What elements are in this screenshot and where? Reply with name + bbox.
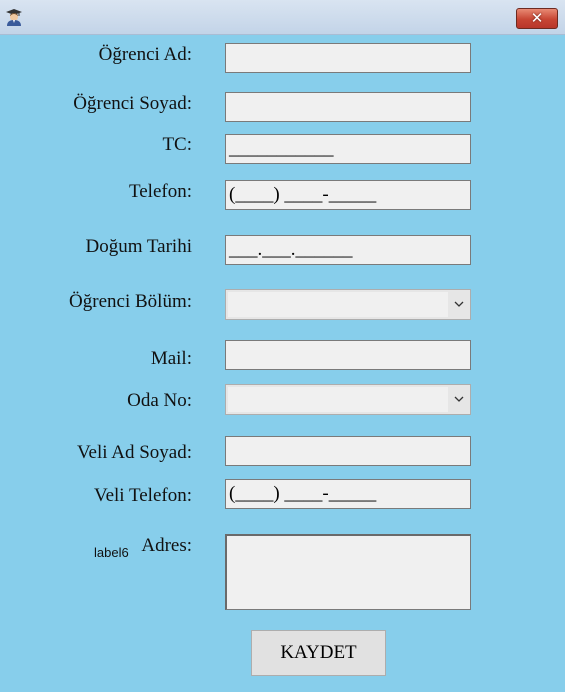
parent-phone-input[interactable]: (____) ____-_____ <box>225 479 471 509</box>
address-textarea[interactable] <box>225 534 471 610</box>
parent-name-input[interactable] <box>225 436 471 466</box>
department-selected-value <box>228 292 448 317</box>
mail-label: Mail: <box>150 348 192 369</box>
address-label: Adres: <box>141 535 192 556</box>
mail-input[interactable] <box>225 340 471 370</box>
title-bar: ✕ <box>0 0 565 35</box>
tc-label: TC: <box>162 134 192 155</box>
close-icon: ✕ <box>530 9 544 27</box>
tc-input[interactable]: ___________ <box>225 134 471 164</box>
room-selected-value <box>228 387 448 412</box>
department-select[interactable] <box>225 289 471 320</box>
room-label: Oda No: <box>127 390 192 411</box>
department-label: Öğrenci Bölüm: <box>69 291 192 312</box>
chevron-down-icon <box>454 396 464 402</box>
first-name-label: Öğrenci Ad: <box>98 44 192 65</box>
birth-date-input[interactable]: ___.___.______ <box>225 235 471 265</box>
last-name-input[interactable] <box>225 92 471 122</box>
save-button[interactable]: KAYDET <box>251 630 386 676</box>
first-name-input[interactable] <box>225 43 471 73</box>
phone-label: Telefon: <box>128 181 192 202</box>
parent-name-label: Veli Ad Soyad: <box>76 442 192 463</box>
room-select[interactable] <box>225 384 471 415</box>
close-button[interactable]: ✕ <box>516 8 558 29</box>
label6-text: label6 <box>94 545 129 560</box>
parent-phone-label: Veli Telefon: <box>93 485 192 506</box>
last-name-label: Öğrenci Soyad: <box>73 93 192 114</box>
birth-date-label: Doğum Tarihi <box>85 236 192 257</box>
phone-input[interactable]: (____) ____-_____ <box>225 180 471 210</box>
chevron-down-icon <box>454 301 464 307</box>
student-graduate-icon <box>6 9 22 26</box>
